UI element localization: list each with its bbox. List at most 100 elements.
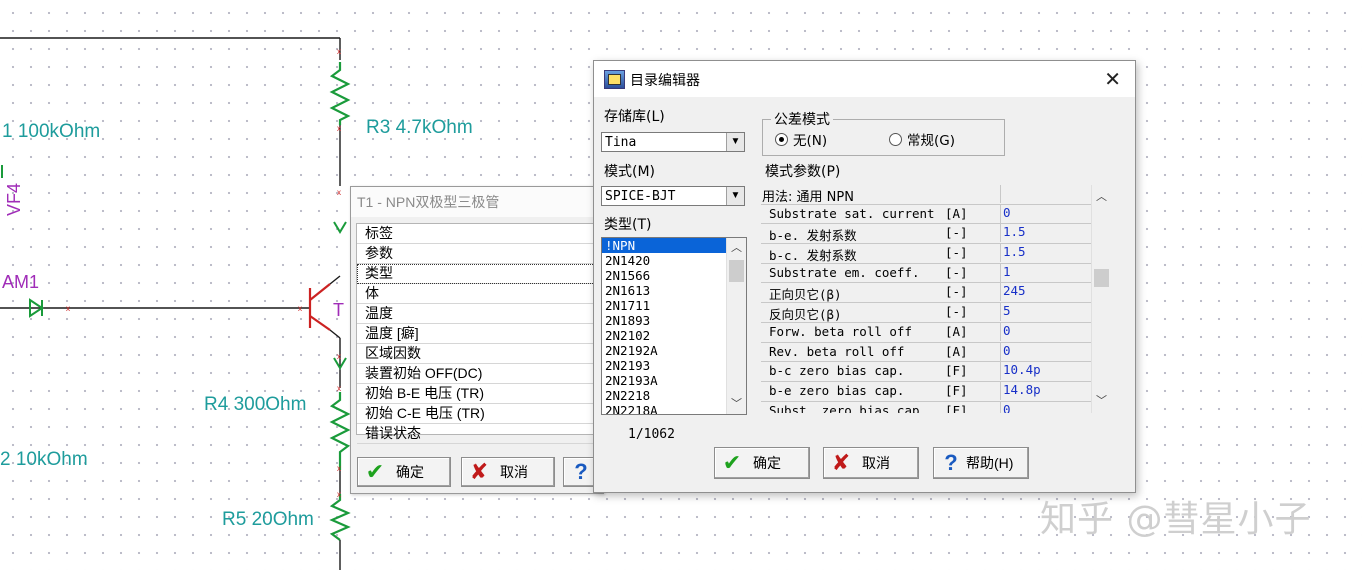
param-value[interactable]: 0: [1000, 342, 1091, 361]
type-item[interactable]: 2N2218A: [602, 403, 746, 414]
radio-off-icon: [889, 132, 902, 146]
param-row[interactable]: Substrate sat. current [A] 0: [761, 204, 1110, 225]
pin-markers: x x x x x x x x x: [66, 47, 341, 499]
label-r3: R3 4.7kOhm: [366, 117, 473, 138]
param-row[interactable]: b-e zero bias cap. [F] 14.8p: [761, 381, 1110, 402]
type-item[interactable]: 2N1420: [602, 253, 746, 268]
library-label: 存储库(L): [604, 109, 665, 125]
type-item[interactable]: 2N1566: [602, 268, 746, 283]
param-row[interactable]: Forw. beta roll off [A] 0: [761, 322, 1110, 343]
catalog-ok-label: 确定: [753, 455, 781, 471]
type-item[interactable]: 2N1893: [602, 313, 746, 328]
property-row[interactable]: 体: [357, 284, 607, 304]
t1-cancel-label: 取消: [500, 464, 528, 480]
param-row[interactable]: 反向贝它(β) [-] 5: [761, 303, 1110, 323]
param-value[interactable]: 0: [1000, 322, 1091, 341]
param-value[interactable]: 245: [1000, 283, 1091, 302]
close-icon[interactable]: ✕: [1104, 67, 1121, 92]
model-select[interactable]: SPICE-BJT ▼: [601, 186, 745, 206]
t1-ok-button[interactable]: ✔ 确定: [357, 457, 451, 487]
type-item[interactable]: 2N1613: [602, 283, 746, 298]
property-row[interactable]: 初始 C-E 电压 (TR): [357, 404, 607, 424]
resistor-r3[interactable]: [329, 62, 351, 125]
tolerance-none-label: 无(N): [793, 133, 828, 149]
property-row[interactable]: 参数: [357, 244, 607, 264]
param-value[interactable]: 0: [1000, 401, 1091, 413]
catalog-titlebar[interactable]: 目录编辑器 ✕: [594, 61, 1135, 97]
param-value[interactable]: 1.5: [1000, 224, 1091, 243]
transistor-t1[interactable]: [308, 283, 331, 331]
svg-text:x: x: [337, 384, 341, 393]
property-row[interactable]: 温度: [357, 304, 607, 324]
type-item-selected[interactable]: !NPN: [602, 238, 727, 253]
label-r2: 2 10kOhm: [0, 449, 88, 470]
type-item[interactable]: 2N1711: [602, 298, 746, 313]
param-row[interactable]: 正向贝它(β) [-] 245: [761, 283, 1110, 304]
label-r1: 1 100kOhm: [2, 121, 101, 142]
current-arrow-1: [333, 221, 347, 234]
chevron-down-icon[interactable]: ▼: [726, 133, 744, 151]
param-unit: [-]: [945, 304, 968, 320]
catalog-help-button[interactable]: ? 帮助(H): [933, 447, 1029, 479]
tolerance-normal-radio[interactable]: 常规(G): [889, 129, 955, 149]
label-r4: R4 300Ohm: [204, 394, 307, 415]
resistor-r4[interactable]: [329, 392, 351, 470]
chevron-down-icon[interactable]: ﹀: [727, 396, 746, 412]
parameter-grid[interactable]: 用法: 通用 NPN Substrate sat. current [A] 0 …: [761, 185, 1110, 413]
radio-on-icon: [775, 132, 788, 146]
type-item[interactable]: 2N2192A: [602, 343, 746, 358]
chevron-down-icon[interactable]: ﹀: [1092, 393, 1111, 409]
record-counter: 1/1062: [628, 427, 675, 442]
param-value[interactable]: 1: [1000, 263, 1091, 282]
type-listbox[interactable]: !NPN 2N1420 2N1566 2N1613 2N1711 2N1893 …: [601, 237, 747, 415]
param-unit: [A]: [945, 323, 968, 339]
property-row[interactable]: 错误状态: [357, 424, 607, 444]
checkmark-icon: ✔: [722, 450, 742, 475]
param-unit: [-]: [945, 245, 968, 261]
scroll-thumb[interactable]: [1094, 269, 1109, 287]
property-row[interactable]: 标签: [357, 224, 607, 244]
chevron-down-icon[interactable]: ▼: [726, 187, 744, 205]
property-row[interactable]: 温度 [癖]: [357, 324, 607, 344]
type-list-scrollbar[interactable]: ︿ ﹀: [726, 238, 746, 414]
type-item[interactable]: 2N2193A: [602, 373, 746, 388]
chevron-up-icon[interactable]: ︿: [1092, 189, 1111, 205]
type-item[interactable]: 2N2193: [602, 358, 746, 373]
resistor-r5[interactable]: [329, 494, 351, 541]
t1-property-list[interactable]: 标签 参数 类型 体 温度 温度 [癖] 区域因数 装置初始 OFF(DC) 初…: [356, 223, 608, 444]
svg-text:x: x: [337, 188, 341, 197]
param-row[interactable]: b-c zero bias cap. [F] 10.4p: [761, 362, 1110, 382]
param-row[interactable]: Substrate em. coeff. [-] 1: [761, 263, 1110, 284]
type-item[interactable]: 2N2102: [602, 328, 746, 343]
property-row[interactable]: 初始 B-E 电压 (TR): [357, 384, 607, 404]
property-row[interactable]: 区域因数: [357, 344, 607, 364]
param-value[interactable]: 10.4p: [1000, 362, 1091, 381]
param-grid-scrollbar[interactable]: ︿ ﹀: [1091, 185, 1114, 413]
param-value[interactable]: 14.8p: [1000, 381, 1091, 400]
t1-cancel-button[interactable]: ✘ 取消: [461, 457, 555, 487]
property-row-selected[interactable]: 类型: [357, 264, 607, 284]
scroll-thumb[interactable]: [729, 260, 744, 282]
svg-text:x: x: [66, 304, 70, 313]
svg-text:x: x: [337, 464, 341, 473]
param-unit: [A]: [945, 205, 968, 221]
catalog-ok-button[interactable]: ✔ 确定: [714, 447, 810, 479]
type-item[interactable]: 2N2218: [602, 388, 746, 403]
param-value[interactable]: 5: [1000, 303, 1091, 322]
catalog-cancel-button[interactable]: ✘ 取消: [823, 447, 919, 479]
param-row[interactable]: b-c. 发射系数 [-] 1.5: [761, 244, 1110, 264]
library-select[interactable]: Tina ▼: [601, 132, 745, 152]
tolerance-none-radio[interactable]: 无(N): [775, 129, 827, 149]
param-row[interactable]: b-e. 发射系数 [-] 1.5: [761, 224, 1110, 245]
param-value[interactable]: 0: [1000, 204, 1091, 223]
watermark: 知乎 @彗星小子: [1040, 499, 1312, 540]
param-row[interactable]: Subst. zero bias cap. [F] 0: [761, 401, 1110, 413]
param-row[interactable]: Rev. beta roll off [A] 0: [761, 342, 1110, 363]
param-value[interactable]: 1.5: [1000, 244, 1091, 263]
t1-ok-label: 确定: [396, 464, 424, 480]
param-unit: [-]: [945, 284, 968, 300]
chevron-up-icon[interactable]: ︿: [727, 240, 746, 256]
question-icon: ?: [574, 459, 588, 484]
library-value: Tina: [605, 135, 637, 150]
property-row[interactable]: 装置初始 OFF(DC): [357, 364, 607, 384]
